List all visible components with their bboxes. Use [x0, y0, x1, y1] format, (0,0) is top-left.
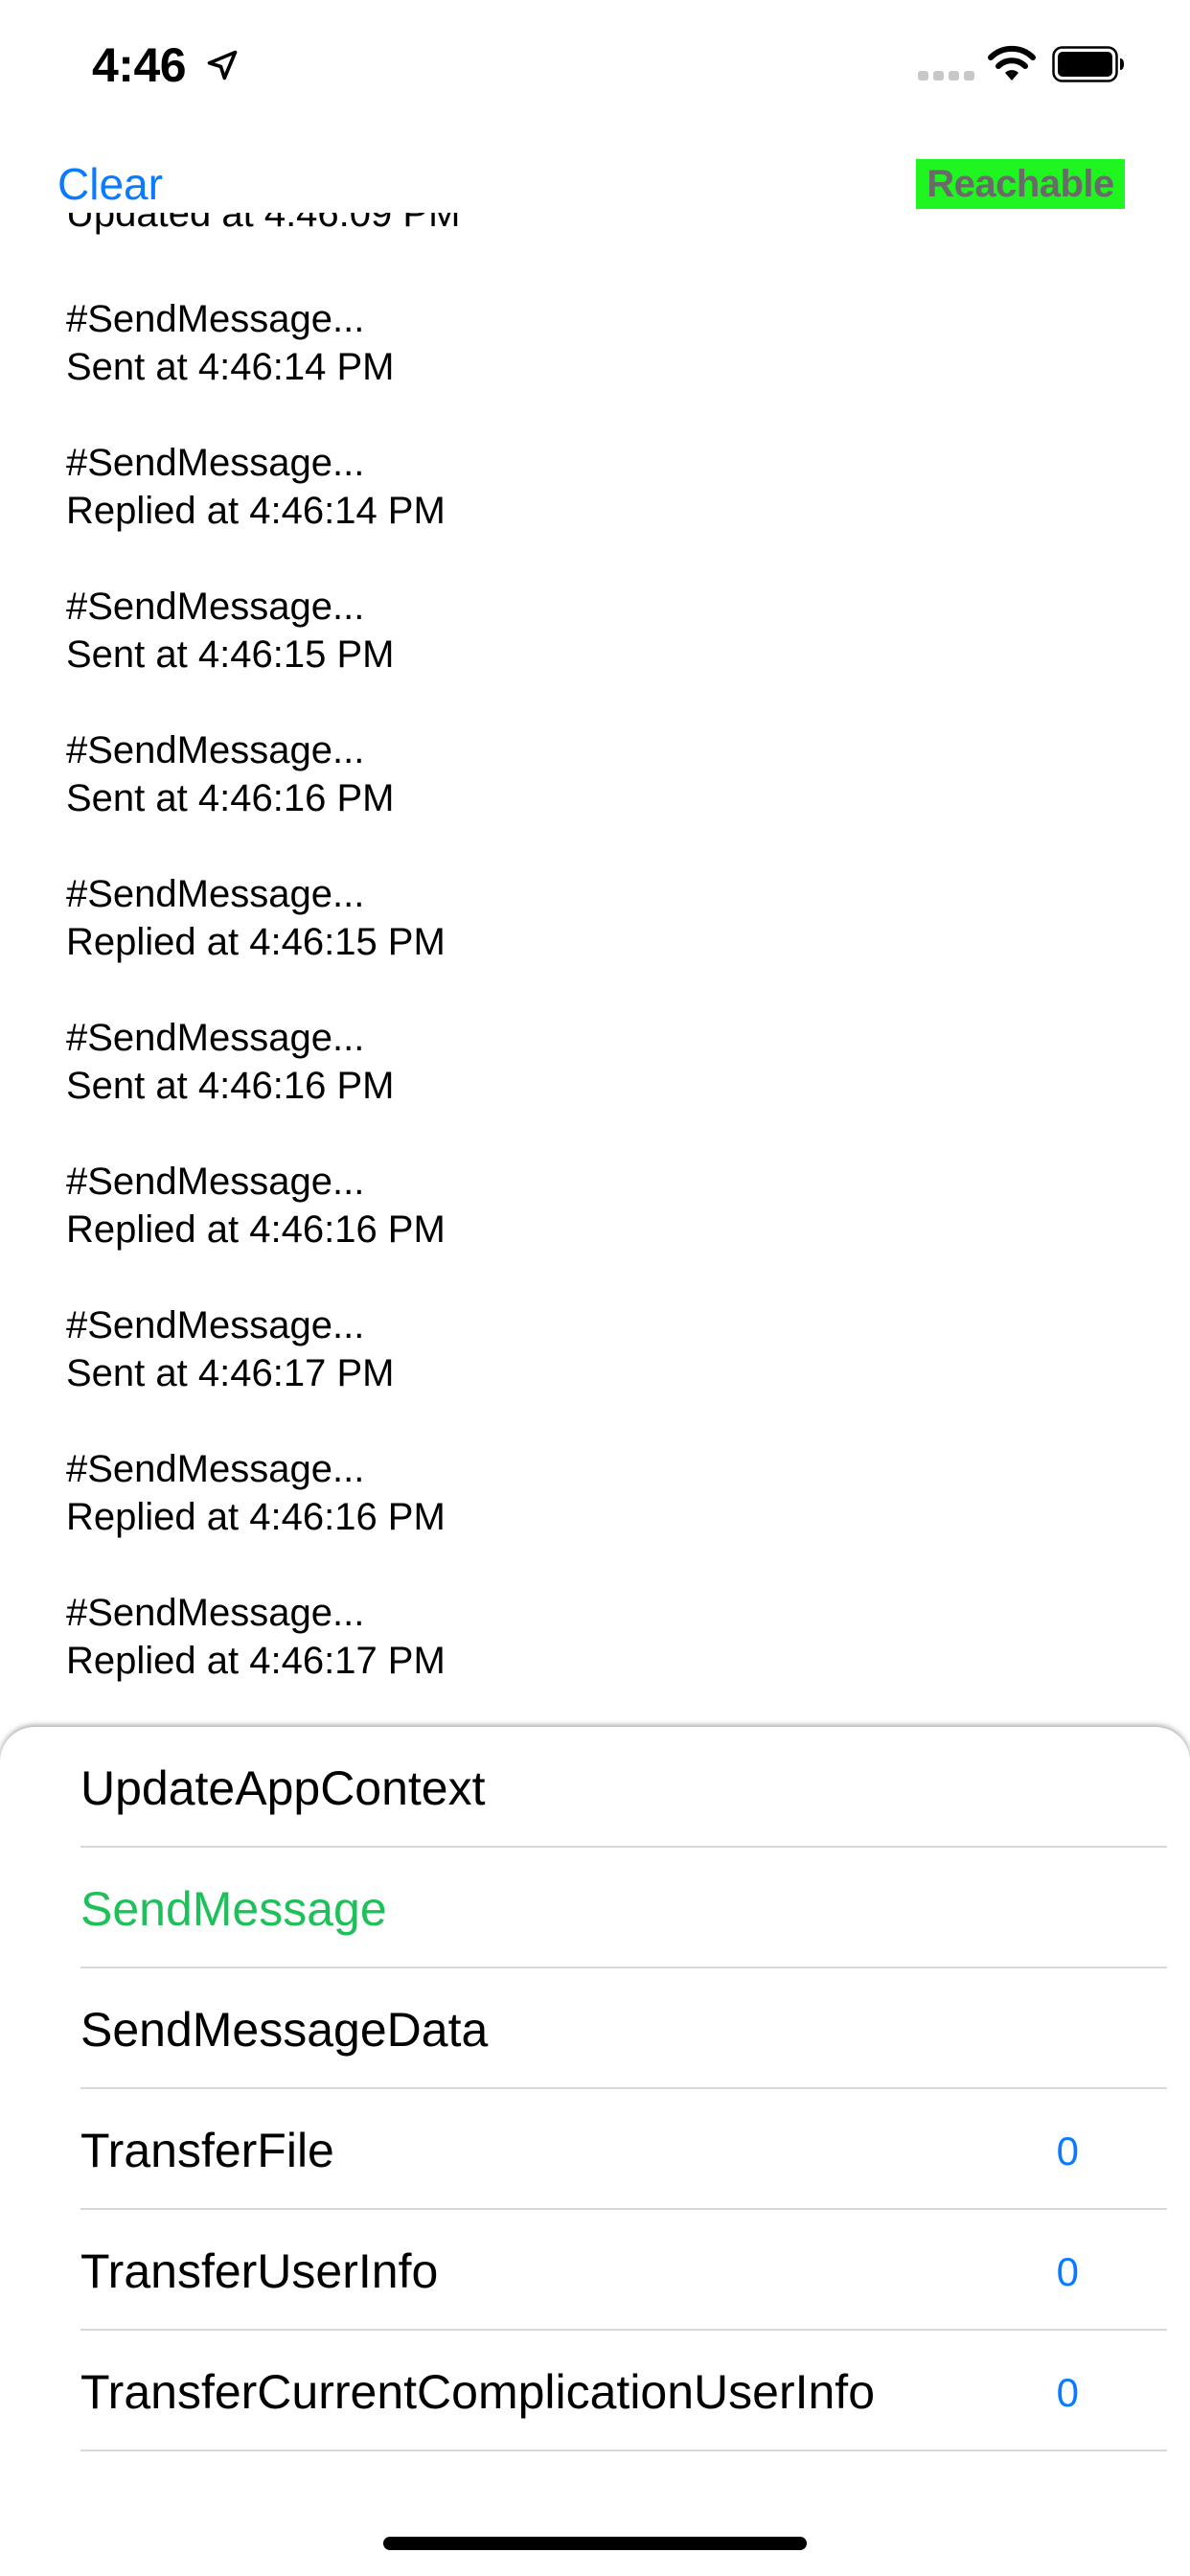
log-entry-title: #SendMessage... [66, 442, 365, 484]
menu-item-transfer-file[interactable]: TransferFile 0 [80, 2089, 1167, 2210]
log-entry-title: #SendMessage... [66, 1304, 365, 1346]
menu-item-label: SendMessageData [80, 2003, 489, 2057]
log-entry-detail: Replied at 4:46:15 PM [66, 921, 446, 963]
menu-item-update-app-context[interactable]: UpdateAppContext [80, 1727, 1167, 1848]
message-log[interactable]: Updated at 4:46:09 PM #SendMessage... Sen… [0, 213, 1190, 1727]
log-entry-detail: Sent at 4:46:14 PM [66, 346, 395, 388]
log-entry: #SendMessage... Replied at 4:46:16 PM [66, 1445, 446, 1589]
log-entry: #SendMessage... Sent at 4:46:15 PM [66, 583, 446, 726]
home-indicator[interactable] [383, 2537, 807, 2550]
log-entry-title: #SendMessage... [66, 1448, 365, 1490]
log-entry-title: #SendMessage... [66, 873, 365, 915]
menu-item-label: UpdateAppContext [80, 1761, 486, 1815]
log-entry-title: #SendMessage... [66, 729, 365, 771]
log-entry-detail: Replied at 4:46:16 PM [66, 1208, 446, 1251]
log-entry: #SendMessage... Sent at 4:46:17 PM [66, 1301, 446, 1445]
log-entry-detail: Sent at 4:46:16 PM [66, 777, 395, 819]
command-menu: UpdateAppContext SendMessage SendMessageDa… [80, 1727, 1167, 2451]
menu-item-label: SendMessage [80, 1882, 387, 1936]
menu-item-send-message[interactable]: SendMessage [80, 1848, 1167, 1968]
location-arrow-icon [207, 50, 238, 80]
log-entry-detail: Sent at 4:46:17 PM [66, 1352, 395, 1394]
log-entry: #SendMessage... Replied at 4:46:17 PM [66, 1589, 446, 1727]
log-entry-title: #SendMessage... [66, 1592, 365, 1634]
command-sheet: UpdateAppContext SendMessage SendMessageDa… [0, 1727, 1190, 2576]
log-entry: #SendMessage... Replied at 4:46:15 PM [66, 870, 446, 1014]
log-entry: #SendMessage... Sent at 4:46:14 PM [66, 295, 446, 439]
log-entry-detail: Replied at 4:46:16 PM [66, 1496, 446, 1538]
status-time: 4:46 [92, 38, 187, 92]
menu-item-send-message-data[interactable]: SendMessageData [80, 1968, 1167, 2089]
menu-item-count: 0 [1056, 2128, 1079, 2174]
menu-item-count: 0 [1056, 2370, 1079, 2415]
menu-item-label: TransferCurrentComplicationUserInfo [80, 2365, 876, 2419]
menu-item-transfer-current-complication-user-info[interactable]: TransferCurrentComplicationUserInfo 0 [80, 2331, 1167, 2451]
log-entry-title: #SendMessage... [66, 1017, 365, 1059]
log-entry: #SendMessage... Replied at 4:46:14 PM [66, 439, 446, 583]
status-bar: 4:46 [0, 0, 1190, 126]
log-entry: #SendMessage... Replied at 4:46:16 PM [66, 1158, 446, 1301]
log-entry-detail: Replied at 4:46:17 PM [66, 1640, 446, 1682]
reachable-status-badge: Reachable [916, 159, 1125, 209]
battery-icon [1052, 46, 1124, 82]
cellular-signal-icon [918, 71, 974, 80]
log-entry-title: #SendMessage... [66, 1161, 365, 1203]
log-entry-title: #SendMessage... [66, 586, 365, 628]
log-list: #SendMessage... Sent at 4:46:14 PM #SendMe… [66, 295, 446, 1727]
menu-item-label: TransferUserInfo [80, 2244, 439, 2298]
wifi-icon [988, 45, 1036, 80]
log-entry-detail: Replied at 4:46:14 PM [66, 490, 446, 532]
log-entry: #SendMessage... Sent at 4:46:16 PM [66, 1014, 446, 1158]
menu-item-count: 0 [1056, 2249, 1079, 2294]
log-entry-detail: Sent at 4:46:16 PM [66, 1065, 395, 1107]
menu-item-label: TransferFile [80, 2124, 334, 2177]
clear-button[interactable]: Clear [57, 153, 163, 215]
log-entry-title: #SendMessage... [66, 298, 365, 340]
log-entry-partial: Updated at 4:46:09 PM [66, 213, 461, 235]
log-entry: #SendMessage... Sent at 4:46:16 PM [66, 726, 446, 870]
menu-item-transfer-user-info[interactable]: TransferUserInfo 0 [80, 2210, 1167, 2331]
log-entry-detail: Sent at 4:46:15 PM [66, 633, 395, 676]
